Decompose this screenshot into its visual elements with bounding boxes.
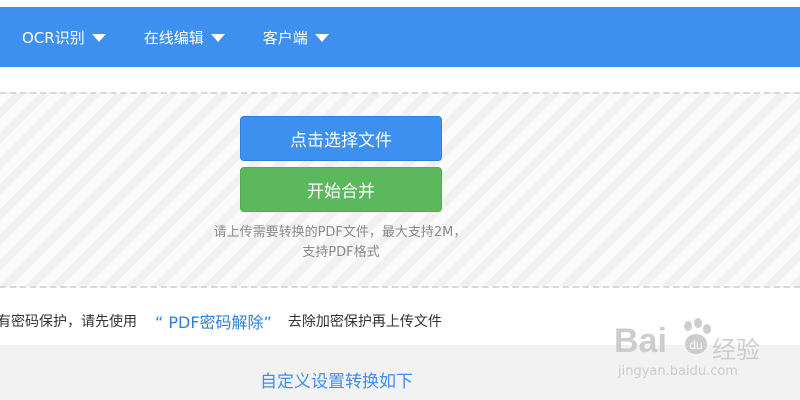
watermark-logo: Bai: [614, 322, 667, 360]
notice-suffix: 去除加密保护再上传文件: [287, 314, 442, 330]
nav-item-online-edit[interactable]: 在线编辑: [144, 27, 225, 48]
notice-prefix: 有密码保护，请先使用: [0, 314, 137, 330]
top-nav: OCR识别 在线编辑 客户端: [0, 7, 800, 67]
watermark-url: jingyan.baidu.com: [618, 364, 738, 379]
watermark-text: 经验: [712, 336, 760, 364]
pdf-password-remove-link[interactable]: “ PDF密码解除”: [155, 309, 272, 333]
nav-item-label: 在线编辑: [143, 28, 204, 47]
page: OCR识别 在线编辑 客户端 点击选择文件 开始合并 请上传需要转换的PDF文件…: [0, 0, 800, 400]
nav-item-ocr[interactable]: OCR识别: [22, 27, 106, 48]
nav-item-label: OCR识别: [22, 28, 85, 47]
paw-icon: du: [684, 318, 711, 354]
select-file-button[interactable]: 点击选择文件: [240, 116, 442, 161]
nav-item-label: 客户端: [262, 28, 308, 47]
nav-item-client[interactable]: 客户端: [263, 27, 329, 48]
baidu-jingyan-watermark: Bai du 经验 jingyan.baidu.com: [612, 312, 792, 392]
caret-down-icon: [210, 33, 225, 42]
top-strip: [0, 0, 800, 7]
upload-hint-line2: 支持PDF格式: [302, 245, 380, 260]
custom-settings-link[interactable]: 自定义设置转换如下: [260, 367, 413, 392]
svg-text:du: du: [689, 338, 702, 352]
start-merge-button[interactable]: 开始合并: [240, 167, 442, 212]
upload-hint-line1: 请上传需要转换的PDF文件，最大支持2M，: [213, 225, 467, 240]
upload-drop-zone[interactable]: 点击选择文件 开始合并 请上传需要转换的PDF文件，最大支持2M， 支持PDF格…: [0, 92, 800, 288]
upload-panel: 点击选择文件 开始合并 请上传需要转换的PDF文件，最大支持2M， 支持PDF格…: [0, 67, 800, 297]
caret-down-icon: [91, 33, 106, 42]
caret-down-icon: [314, 33, 329, 42]
